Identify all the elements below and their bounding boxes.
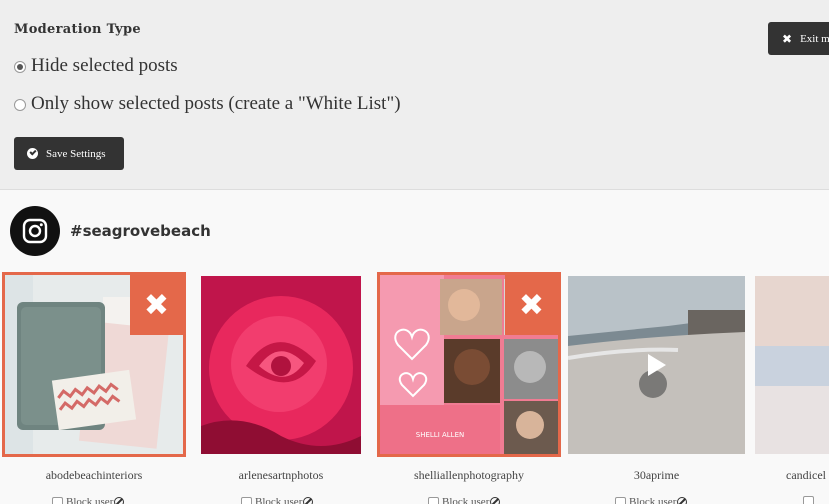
checkbox[interactable] [52, 496, 63, 504]
block-user-label: Block user [66, 496, 114, 504]
post-username: shelliallenphotography [414, 468, 524, 482]
post-photo[interactable]: ✖ [2, 272, 186, 457]
remove-post-icon[interactable]: ✖ [130, 275, 183, 335]
block-user-checkbox[interactable]: Block user [615, 496, 688, 504]
check-circle-icon [27, 148, 38, 159]
hide-selected-option[interactable]: Hide selected posts [14, 55, 178, 77]
svg-text:SHELLI ALLEN: SHELLI ALLEN [416, 431, 464, 439]
exit-moderation-label: Exit m [800, 32, 829, 45]
moderation-settings-panel: Moderation Type Hide selected posts Only… [0, 0, 829, 190]
post-photo[interactable] [568, 276, 745, 454]
ban-icon [490, 497, 501, 504]
post-username: candicel [786, 468, 826, 482]
moderation-type-heading: Moderation Type [14, 22, 141, 37]
checkbox[interactable] [615, 496, 626, 504]
ban-icon [677, 497, 688, 504]
save-settings-label: Save Settings [46, 147, 106, 160]
checkbox[interactable] [428, 496, 439, 504]
remove-post-icon[interactable]: ✖ [505, 275, 558, 335]
exit-moderation-button[interactable]: ✖ Exit m [768, 22, 829, 55]
instagram-icon [10, 206, 60, 256]
save-settings-button[interactable]: Save Settings [14, 137, 124, 170]
block-user-label: Block user [255, 496, 303, 504]
post-photo[interactable] [755, 276, 829, 454]
checkbox[interactable] [803, 496, 814, 504]
feed-header: #seagrovebeach [10, 206, 211, 256]
checkbox[interactable] [241, 496, 252, 504]
hashtag-title: #seagrovebeach [70, 222, 211, 240]
block-user-checkbox[interactable]: Block user [52, 496, 125, 504]
hide-selected-label: Hide selected posts [31, 55, 178, 76]
post-photo[interactable]: SHELLI ALLEN ✖ [377, 272, 561, 457]
white-list-radio[interactable] [14, 99, 26, 111]
ban-icon [114, 497, 125, 504]
block-user-checkbox[interactable] [803, 496, 817, 504]
post-username: 30aprime [633, 468, 680, 482]
white-list-option[interactable]: Only show selected posts (create a "Whit… [14, 93, 401, 115]
ban-icon [303, 497, 314, 504]
white-list-label: Only show selected posts (create a "Whit… [31, 93, 401, 114]
post-username: abodebeachinteriors [45, 468, 143, 482]
block-user-label: Block user [442, 496, 490, 504]
hide-selected-radio[interactable] [14, 61, 26, 73]
post-photo[interactable] [201, 276, 361, 454]
post-username: arlenesartnphotos [238, 468, 324, 482]
close-icon: ✖ [782, 31, 793, 46]
block-user-checkbox[interactable]: Block user [241, 496, 314, 504]
block-user-checkbox[interactable]: Block user [428, 496, 501, 504]
block-user-label: Block user [629, 496, 677, 504]
